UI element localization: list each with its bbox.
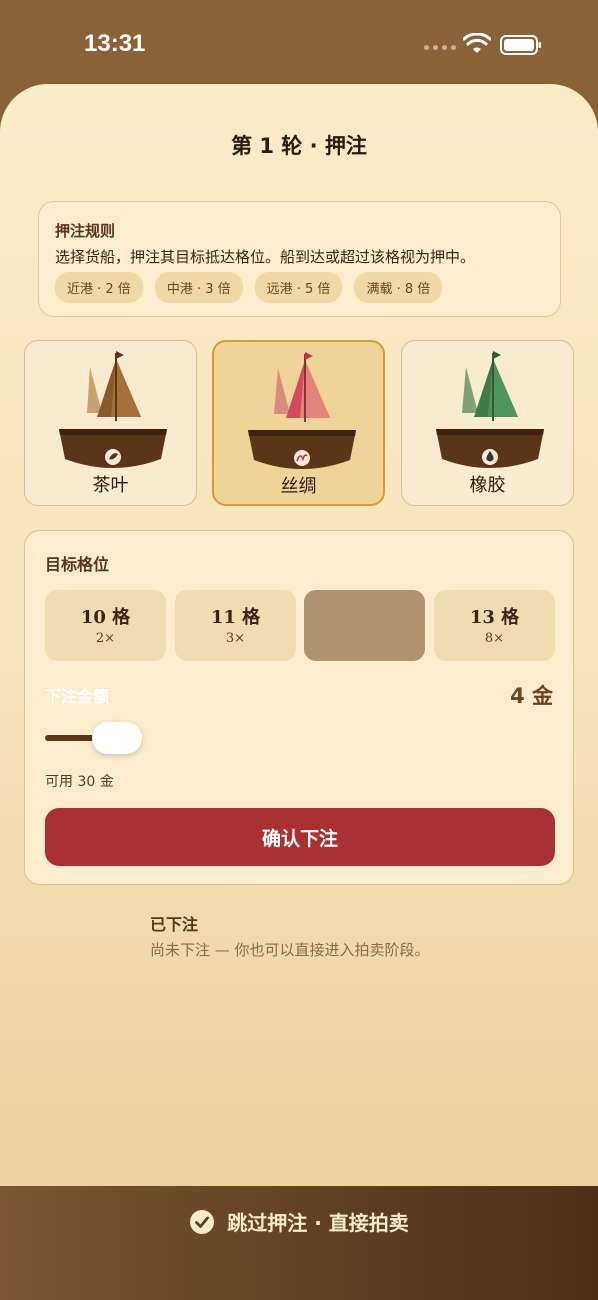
placed-bets-empty-text: 尚未下注 — 你也可以直接进入拍卖阶段。	[150, 941, 430, 959]
skip-bet-button[interactable]: 跳过押注 · 直接拍卖	[189, 1207, 409, 1236]
chip-far: 远港 · 5 倍	[254, 272, 343, 303]
signal-dots-icon	[424, 45, 456, 50]
slot-name: 13 格	[469, 607, 520, 628]
target-label: 目标格位	[45, 555, 110, 574]
skip-bet-bar[interactable]: 跳过押注 · 直接拍卖	[0, 1186, 598, 1300]
chip-near: 近港 · 2 倍	[55, 272, 143, 303]
multiplier-chips: 近港 · 2 倍 中港 · 3 倍 远港 · 5 倍 满载 · 8 倍	[55, 272, 443, 303]
ship-card-tea[interactable]: 茶叶	[24, 340, 197, 506]
slot-multiplier: 3×	[225, 631, 246, 646]
bet-amount-label: 下注金额	[45, 687, 110, 706]
chip-mid: 中港 · 3 倍	[154, 272, 243, 303]
target-slots: 10 格 2× 11 格 3× 13 格 8×	[45, 590, 555, 661]
slot-10[interactable]: 10 格 2×	[45, 590, 166, 661]
chip-full: 满载 · 8 倍	[354, 272, 443, 303]
battery-icon	[500, 35, 541, 55]
ship-label-silk: 丝绸	[280, 476, 317, 497]
slot-name: 11 格	[210, 607, 261, 628]
status-bar: 13:31	[0, 0, 598, 88]
available-balance: 可用 30 金	[45, 774, 114, 790]
ship-label-rubber: 橡胶	[469, 475, 506, 496]
target-panel: 目标格位 10 格 2× 11 格 3× 13 格 8× 下注金额 4 金 可用…	[24, 530, 574, 885]
check-circle-icon	[190, 1209, 215, 1234]
bet-amount-value: 4 金	[510, 684, 553, 708]
placed-bets-title: 已下注	[150, 915, 199, 934]
ship-card-rubber[interactable]: 橡胶	[401, 340, 574, 506]
rules-title: 押注规则	[55, 222, 116, 240]
slot-name: 10 格	[80, 607, 131, 628]
page-title: 第 1 轮 · 押注	[231, 134, 367, 158]
slot-13[interactable]: 13 格 8×	[434, 590, 555, 661]
ship-label-tea: 茶叶	[92, 475, 129, 496]
slot-12-selected[interactable]	[304, 590, 425, 661]
skip-bet-label: 跳过押注 · 直接拍卖	[227, 1211, 409, 1235]
ship-selector: 茶叶 丝绸 橡胶	[24, 340, 574, 506]
rules-text: 选择货船，押注其目标抵达格位。船到达或超过该格视为押中。	[55, 248, 476, 266]
tea-ship-icon	[59, 351, 167, 468]
slot-multiplier: 8×	[484, 631, 505, 646]
slot-11[interactable]: 11 格 3×	[175, 590, 296, 661]
confirm-bet-button[interactable]: 确认下注	[45, 808, 555, 866]
rubber-ship-icon	[436, 351, 544, 468]
ship-card-silk[interactable]: 丝绸	[212, 340, 385, 506]
status-time: 13:31	[84, 30, 146, 57]
rules-card: 押注规则 选择货船，押注其目标抵达格位。船到达或超过该格视为押中。 近港 · 2…	[38, 201, 561, 317]
bet-slider-knob[interactable]	[92, 722, 142, 754]
wifi-icon	[463, 33, 491, 53]
silk-ship-icon	[248, 352, 356, 469]
slot-multiplier: 2×	[95, 631, 116, 646]
